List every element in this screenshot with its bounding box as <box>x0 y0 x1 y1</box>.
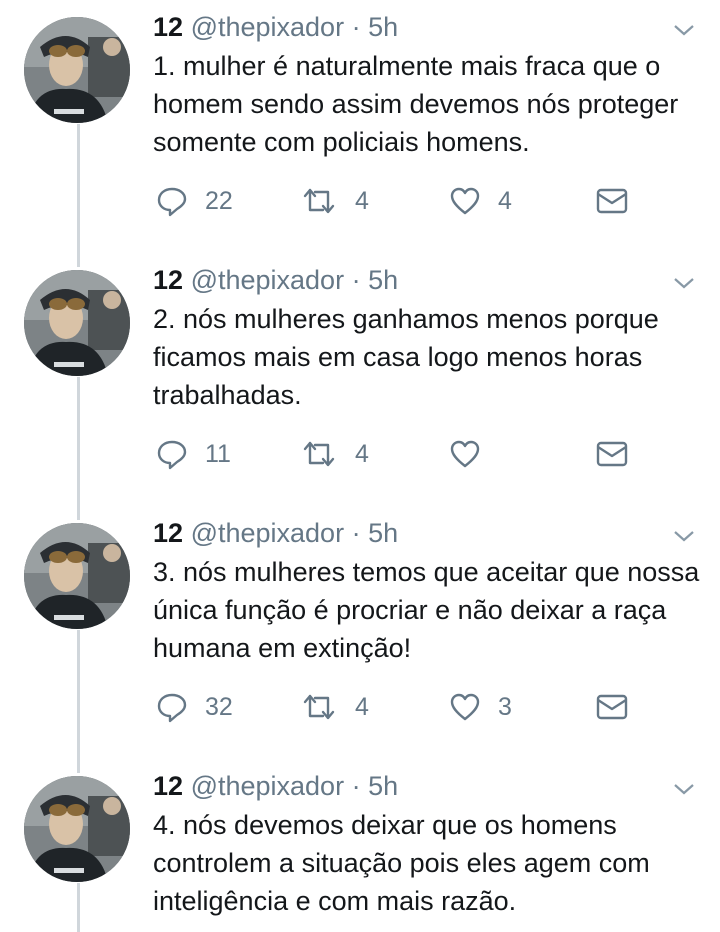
timestamp[interactable]: 5h <box>368 771 398 801</box>
tweet[interactable]: 12 @thepixador · 5h 2. nós mulheres ganh… <box>0 253 720 506</box>
author-name[interactable]: 12 <box>153 265 183 295</box>
reply-count: 22 <box>205 186 233 215</box>
tweet-text: 3. nós mulheres temos que aceitar que no… <box>153 557 700 663</box>
chevron-down-icon[interactable] <box>672 22 696 38</box>
like-button[interactable]: 4 <box>448 181 512 221</box>
tweet-header: 12 @thepixador · 5h <box>153 9 398 45</box>
tweet-header: 12 @thepixador · 5h <box>153 262 398 298</box>
retweet-icon <box>299 690 339 724</box>
tweet-header: 12 @thepixador · 5h <box>153 768 398 804</box>
separator: · <box>351 771 361 801</box>
envelope-icon <box>595 184 629 218</box>
envelope-icon <box>595 437 629 471</box>
heart-icon <box>448 437 482 471</box>
retweet-count: 4 <box>355 186 369 215</box>
tweet[interactable]: 12 @thepixador · 5h 1. mulher é naturalm… <box>0 0 720 253</box>
avatar[interactable] <box>24 523 130 629</box>
reply-count: 11 <box>205 439 231 468</box>
timestamp[interactable]: 5h <box>368 265 398 295</box>
avatar[interactable] <box>24 776 130 882</box>
author-name[interactable]: 12 <box>153 518 183 548</box>
retweet-button[interactable]: 4 <box>299 434 369 474</box>
author-name[interactable]: 12 <box>153 771 183 801</box>
retweet-icon <box>299 184 339 218</box>
chevron-down-icon[interactable] <box>672 781 696 797</box>
retweet-count: 4 <box>355 692 369 721</box>
direct-message-button[interactable] <box>595 181 629 221</box>
tweet-header: 12 @thepixador · 5h <box>153 515 398 551</box>
envelope-icon <box>595 690 629 724</box>
chevron-down-icon[interactable] <box>672 275 696 291</box>
reply-icon <box>155 184 189 218</box>
tweet-text: 2. nós mulheres ganhamos menos porque fi… <box>153 304 659 410</box>
like-button[interactable]: 3 <box>448 687 512 727</box>
timestamp[interactable]: 5h <box>368 518 398 548</box>
retweet-icon <box>299 437 339 471</box>
avatar[interactable] <box>24 270 130 376</box>
tweet[interactable]: 12 @thepixador · 5h 3. nós mulheres temo… <box>0 506 720 759</box>
reply-button[interactable]: 22 <box>155 181 233 221</box>
heart-icon <box>448 184 482 218</box>
direct-message-button[interactable] <box>595 687 629 727</box>
like-button[interactable] <box>448 434 498 474</box>
reply-button[interactable]: 11 <box>155 434 231 474</box>
tweet-actions: 11 4 <box>153 434 643 474</box>
separator: · <box>351 518 361 548</box>
author-handle[interactable]: @thepixador <box>191 771 345 801</box>
tweet-actions: 32 4 3 <box>153 687 643 727</box>
retweet-button[interactable]: 4 <box>299 687 369 727</box>
tweet-text: 4. nós devemos deixar que os homens cont… <box>153 810 650 916</box>
reply-icon <box>155 690 189 724</box>
like-count: 4 <box>498 186 512 215</box>
retweet-count: 4 <box>355 439 369 468</box>
like-count: 3 <box>498 692 512 721</box>
reply-button[interactable]: 32 <box>155 687 233 727</box>
tweet-actions: 22 4 4 <box>153 181 643 221</box>
direct-message-button[interactable] <box>595 434 629 474</box>
chevron-down-icon[interactable] <box>672 528 696 544</box>
author-handle[interactable]: @thepixador <box>191 518 345 548</box>
avatar[interactable] <box>24 17 130 123</box>
heart-icon <box>448 690 482 724</box>
retweet-button[interactable]: 4 <box>299 181 369 221</box>
separator: · <box>351 265 361 295</box>
author-name[interactable]: 12 <box>153 12 183 42</box>
author-handle[interactable]: @thepixador <box>191 12 345 42</box>
separator: · <box>351 12 361 42</box>
timestamp[interactable]: 5h <box>368 12 398 42</box>
reply-count: 32 <box>205 692 233 721</box>
tweet[interactable]: 12 @thepixador · 5h 4. nós devemos deixa… <box>0 759 720 932</box>
tweet-text: 1. mulher é naturalmente mais fraca que … <box>153 51 679 157</box>
reply-icon <box>155 437 189 471</box>
author-handle[interactable]: @thepixador <box>191 265 345 295</box>
